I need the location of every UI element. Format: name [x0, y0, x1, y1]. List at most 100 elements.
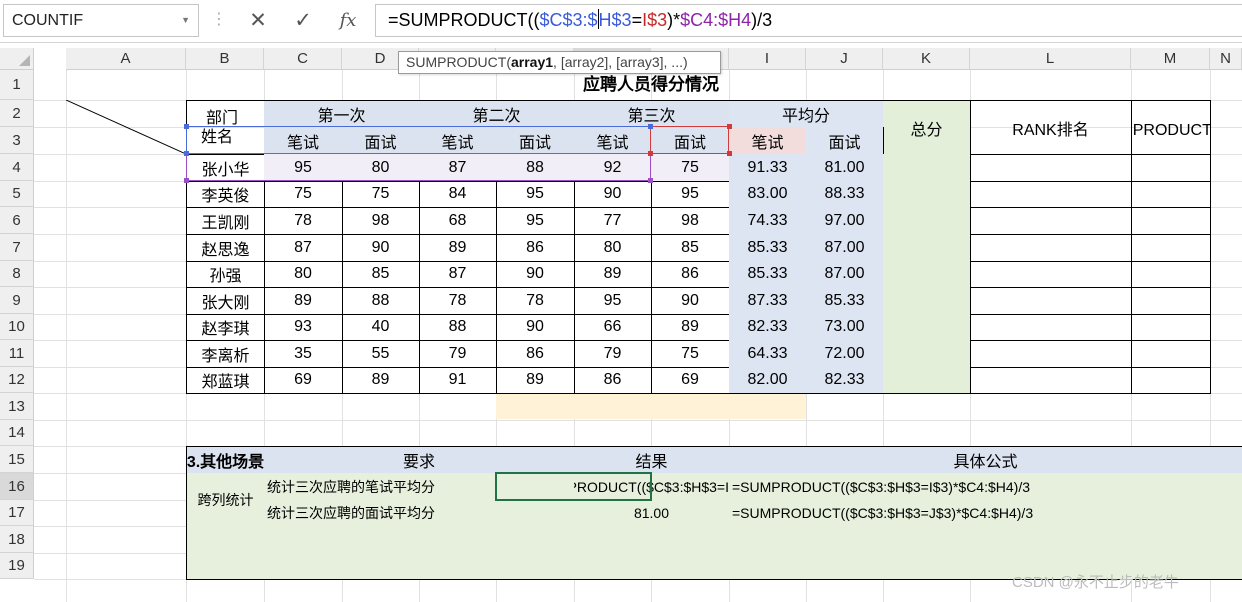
scenario-formula-text[interactable]: =SUMPRODUCT(($C$3:$H$3=J$3)*$C4:$H4)/3 — [729, 500, 1242, 527]
row-header-18[interactable]: 18 — [0, 526, 34, 553]
cell-rank[interactable] — [970, 207, 1132, 235]
function-tooltip[interactable]: SUMPRODUCT(array1, [array2], [array3], .… — [398, 51, 721, 74]
cell-sumproduct-rank[interactable] — [1131, 367, 1211, 394]
row-header-14[interactable]: 14 — [0, 420, 34, 446]
cell-score[interactable]: 90 — [651, 287, 730, 315]
cell-avg-interview[interactable]: 82.33 — [806, 367, 884, 394]
drag-handle-icon[interactable]: ⋮ — [211, 9, 227, 31]
cell-score[interactable]: 89 — [651, 314, 730, 341]
ref-handle[interactable] — [727, 151, 732, 156]
cell-score[interactable]: 87 — [419, 154, 497, 182]
cell-score[interactable]: 84 — [419, 181, 497, 208]
header-written[interactable]: 笔试 — [729, 127, 807, 155]
cell-score[interactable]: 75 — [264, 181, 343, 208]
cell-rank[interactable] — [970, 287, 1132, 315]
ref-handle[interactable] — [184, 124, 189, 129]
row-header-10[interactable]: 10 — [0, 314, 34, 340]
scenario-result-header[interactable]: 结果 — [574, 446, 730, 474]
cell-avg-interview[interactable]: 87.00 — [806, 234, 884, 262]
cell-score[interactable]: 68 — [419, 207, 497, 235]
row-header-11[interactable]: 11 — [0, 340, 34, 367]
scenario-empty-cell[interactable] — [574, 526, 730, 554]
cell-score[interactable]: 90 — [496, 314, 575, 341]
header-second[interactable]: 第二次 — [419, 100, 575, 128]
cell-name[interactable]: 赵李琪 — [186, 314, 265, 341]
cell-name[interactable]: 孙强 — [186, 261, 265, 288]
sheet-title[interactable]: 应聘人员得分情况 — [496, 71, 806, 99]
cell-score[interactable]: 40 — [342, 314, 420, 341]
scenario-result[interactable]: 81.00 — [574, 500, 730, 527]
cell-sumproduct-rank[interactable] — [1131, 234, 1211, 262]
cell-score[interactable]: 69 — [651, 367, 730, 394]
cell-sumproduct-rank[interactable] — [1131, 154, 1211, 182]
ref-handle[interactable] — [648, 151, 653, 156]
insert-function-fx-icon[interactable]: fx — [333, 6, 363, 36]
cell-score[interactable]: 92 — [574, 154, 652, 182]
scenario-req-header[interactable]: 要求 — [264, 446, 575, 474]
column-header-j[interactable]: J — [806, 48, 883, 70]
cell-avg-written[interactable]: 85.33 — [729, 234, 807, 262]
chevron-down-icon[interactable]: ▼ — [181, 5, 190, 36]
cell-rank[interactable] — [970, 154, 1132, 182]
cell-score[interactable]: 79 — [574, 340, 652, 368]
cell-avg-interview[interactable]: 73.00 — [806, 314, 884, 341]
cell-total[interactable] — [883, 314, 971, 341]
cell-score[interactable]: 80 — [574, 234, 652, 262]
cell-score[interactable]: 95 — [574, 287, 652, 315]
cell-score[interactable]: 89 — [496, 367, 575, 394]
cell-avg-interview[interactable]: 87.00 — [806, 261, 884, 288]
cell-avg-written[interactable]: 87.33 — [729, 287, 807, 315]
scenario-category[interactable]: 跨列统计 — [186, 473, 265, 527]
cell-score[interactable]: 88 — [342, 287, 420, 315]
cell-avg-written[interactable]: 91.33 — [729, 154, 807, 182]
row-header-7[interactable]: 7 — [0, 234, 34, 261]
cell-score[interactable]: 89 — [574, 261, 652, 288]
cell-name[interactable]: 张小华 — [186, 154, 265, 182]
column-header-l[interactable]: L — [970, 48, 1131, 70]
cell-total[interactable] — [883, 234, 971, 262]
cell-score[interactable]: 89 — [342, 367, 420, 394]
column-header-m[interactable]: M — [1131, 48, 1210, 70]
cell-score[interactable]: 88 — [496, 154, 575, 182]
header-sumproduct-rank[interactable]: SUMPRODUCT排名 — [1131, 100, 1211, 155]
cell-total[interactable] — [883, 154, 971, 182]
cell-score[interactable]: 69 — [264, 367, 343, 394]
header-total[interactable]: 总分 — [883, 100, 971, 155]
cell-score[interactable]: 89 — [419, 234, 497, 262]
cell-name[interactable]: 李离析 — [186, 340, 265, 368]
column-header-n[interactable]: N — [1210, 48, 1242, 70]
row-header-1[interactable]: 1 — [0, 70, 34, 100]
cell-score[interactable]: 35 — [264, 340, 343, 368]
cell-name[interactable]: 王凯刚 — [186, 207, 265, 235]
header-interview[interactable]: 面试 — [496, 127, 575, 155]
cell-score[interactable]: 86 — [496, 340, 575, 368]
row-header-3[interactable]: 3 — [0, 127, 34, 154]
header-written[interactable]: 笔试 — [574, 127, 652, 155]
cell-score[interactable]: 85 — [342, 261, 420, 288]
cell-score[interactable]: 75 — [651, 340, 730, 368]
cell-avg-interview[interactable]: 97.00 — [806, 207, 884, 235]
cell-name[interactable]: 赵思逸 — [186, 234, 265, 262]
cell-avg-written[interactable]: 82.00 — [729, 367, 807, 394]
ref-handle[interactable] — [184, 151, 189, 156]
cell-avg-written[interactable]: 64.33 — [729, 340, 807, 368]
cell-sumproduct-rank[interactable] — [1131, 261, 1211, 288]
column-header-k[interactable]: K — [883, 48, 970, 70]
cell-score[interactable]: 90 — [496, 261, 575, 288]
cell-total[interactable] — [883, 340, 971, 368]
cell-rank[interactable] — [970, 367, 1132, 394]
cell-score[interactable]: 78 — [264, 207, 343, 235]
scenario-formula-header[interactable]: 具体公式 — [729, 446, 1242, 474]
header-interview[interactable]: 面试 — [806, 127, 884, 155]
select-all-corner[interactable] — [0, 48, 34, 70]
ref-handle[interactable] — [184, 178, 189, 183]
cell-rank[interactable] — [970, 340, 1132, 368]
cell-rank[interactable] — [970, 181, 1132, 208]
cell-name[interactable]: 张大刚 — [186, 287, 265, 315]
cell-score[interactable]: 86 — [651, 261, 730, 288]
cell-score[interactable]: 85 — [651, 234, 730, 262]
row-header-16[interactable]: 16 — [0, 473, 34, 500]
cell-sumproduct-rank[interactable] — [1131, 340, 1211, 368]
scenario-title[interactable]: 3.其他场景 — [186, 446, 265, 474]
scenario-empty-cell[interactable] — [186, 526, 265, 554]
